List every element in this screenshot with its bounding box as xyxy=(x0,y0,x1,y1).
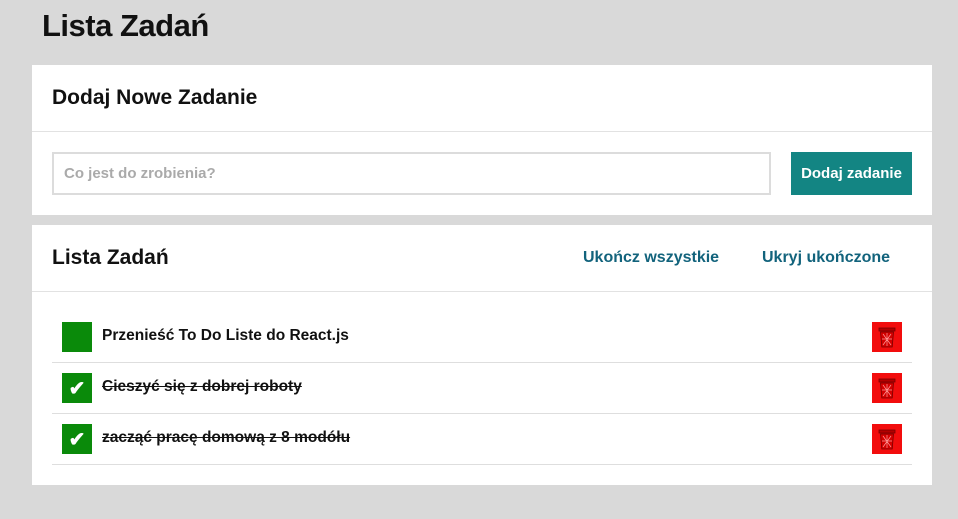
task-list-title: Lista Zadań xyxy=(52,246,169,269)
task-row: ✔ zacząć pracę domową z 8 modółu xyxy=(52,414,912,465)
task-row: ✔ Cieszyć się z dobrej roboty xyxy=(52,363,912,414)
task-text: zacząć pracę domową z 8 modółu xyxy=(102,429,351,446)
add-task-panel: Dodaj Nowe Zadanie Dodaj zadanie xyxy=(32,65,932,215)
task-checkbox[interactable] xyxy=(62,322,92,352)
delete-task-button[interactable] xyxy=(872,424,902,454)
trash-icon xyxy=(878,378,896,399)
task-checkbox[interactable]: ✔ xyxy=(62,373,92,403)
delete-task-button[interactable] xyxy=(872,322,902,352)
task-list-panel: Lista Zadań Ukończ wszystkie Ukryj ukońc… xyxy=(32,225,932,485)
task-checkbox[interactable]: ✔ xyxy=(62,424,92,454)
add-task-title: Dodaj Nowe Zadanie xyxy=(52,86,258,109)
task-list-header: Lista Zadań Ukończ wszystkie Ukryj ukońc… xyxy=(32,225,932,292)
check-icon: ✔ xyxy=(68,428,86,451)
page-title: Lista Zadań xyxy=(42,8,209,43)
task-row: Przenieść To Do Liste do React.js xyxy=(52,312,912,363)
check-icon: ✔ xyxy=(68,377,86,400)
add-task-button[interactable]: Dodaj zadanie xyxy=(791,152,912,195)
new-task-input[interactable] xyxy=(52,152,771,195)
add-task-header: Dodaj Nowe Zadanie xyxy=(32,65,932,132)
task-list: Przenieść To Do Liste do React.js ✔ Cies… xyxy=(32,292,932,465)
hide-completed-link[interactable]: Ukryj ukończone xyxy=(762,249,890,267)
trash-icon xyxy=(878,429,896,450)
add-task-form: Dodaj zadanie xyxy=(32,132,932,215)
delete-task-button[interactable] xyxy=(872,373,902,403)
task-text: Cieszyć się z dobrej roboty xyxy=(102,378,302,395)
task-text: Przenieść To Do Liste do React.js xyxy=(102,327,349,344)
complete-all-link[interactable]: Ukończ wszystkie xyxy=(583,249,719,267)
trash-icon xyxy=(878,327,896,348)
